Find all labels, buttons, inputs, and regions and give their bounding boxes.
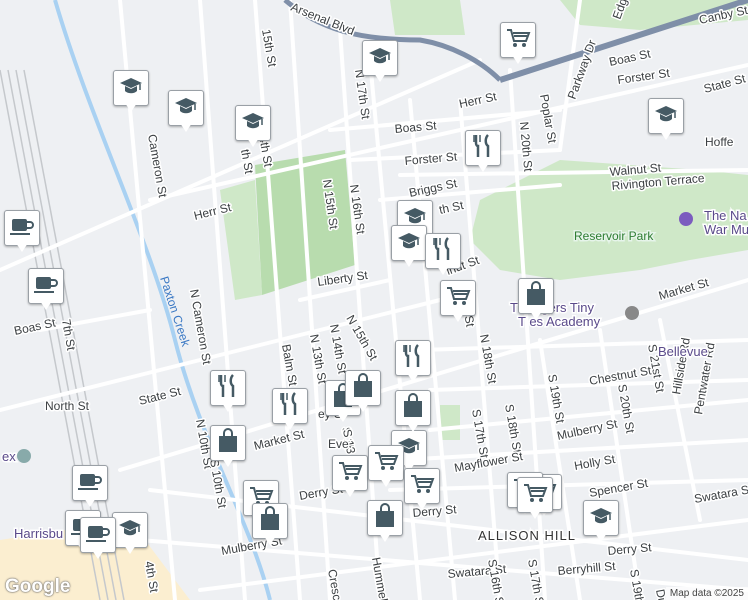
shopping-bag-icon: [352, 372, 374, 404]
graduation-cap-icon: [119, 76, 143, 101]
cart-icon: [522, 482, 548, 509]
graduation-cap-icon: [397, 231, 421, 256]
street-label: North St: [45, 399, 90, 413]
map-marker[interactable]: [210, 370, 246, 414]
map-marker[interactable]: [168, 90, 204, 134]
shopping-bag-icon: [525, 280, 547, 312]
shopping-bag-icon: [217, 427, 239, 459]
map-marker[interactable]: [425, 233, 461, 277]
map-marker[interactable]: [648, 98, 684, 142]
map-marker[interactable]: [362, 40, 398, 84]
graduation-cap-icon: [174, 96, 198, 121]
map-marker[interactable]: [404, 468, 440, 512]
park-label: Reservoir Park: [574, 229, 654, 243]
map-marker[interactable]: [272, 388, 308, 432]
cafe-icon: [85, 522, 111, 549]
park-area-top: [390, 0, 465, 35]
map-marker[interactable]: [332, 455, 368, 499]
map-marker[interactable]: [345, 370, 381, 414]
map-marker[interactable]: [72, 465, 108, 509]
cart-icon: [373, 450, 399, 477]
poi-label[interactable]: Harrisbu: [13, 525, 65, 543]
google-logo[interactable]: Google: [5, 576, 70, 598]
street-label: Eve: [328, 437, 349, 451]
map-marker[interactable]: [440, 280, 476, 324]
cart-icon: [445, 285, 471, 312]
graduation-cap-icon: [589, 506, 613, 531]
map-marker[interactable]: [518, 278, 554, 322]
restaurant-icon: [217, 373, 239, 404]
cart-icon: [337, 460, 363, 487]
restaurant-icon: [402, 343, 424, 374]
restaurant-icon: [472, 133, 494, 164]
poi-dot-icon[interactable]: [625, 306, 639, 320]
shopping-bag-icon: [259, 505, 281, 537]
street-label: Hoffe: [705, 135, 734, 149]
cafe-icon: [33, 273, 59, 300]
poi-label[interactable]: Bellevue: [657, 343, 710, 361]
map-marker[interactable]: [395, 390, 431, 434]
cafe-icon: [77, 470, 103, 497]
graduation-cap-icon: [118, 518, 142, 543]
map-marker[interactable]: [112, 512, 148, 556]
map-marker[interactable]: [367, 500, 403, 544]
map-marker[interactable]: [583, 500, 619, 544]
map-marker[interactable]: [235, 105, 271, 149]
park-small: [440, 405, 460, 440]
shopping-bag-icon: [402, 392, 424, 424]
area-label: ALLISON HILL: [478, 528, 576, 543]
cart-icon: [409, 473, 435, 500]
poi-label[interactable]: ex: [1, 448, 18, 466]
map-marker[interactable]: [210, 425, 246, 469]
poi-label[interactable]: War Mu: [703, 221, 748, 239]
map-attribution[interactable]: Map data ©2025: [665, 587, 748, 600]
poi-label[interactable]: T: [509, 299, 520, 317]
map-marker[interactable]: [4, 210, 40, 254]
graduation-cap-icon: [654, 104, 678, 129]
map-marker[interactable]: [28, 268, 64, 312]
map-marker[interactable]: [465, 130, 501, 174]
map-marker[interactable]: [500, 22, 536, 66]
restaurant-icon: [279, 391, 301, 422]
graduation-cap-icon: [241, 111, 265, 136]
poi-dot-icon[interactable]: [679, 212, 693, 226]
map-marker[interactable]: [395, 340, 431, 384]
map-marker[interactable]: [252, 503, 288, 547]
map-marker[interactable]: [517, 477, 553, 521]
graduation-cap-icon: [368, 46, 392, 71]
shopping-bag-icon: [374, 502, 396, 534]
poi-dot-icon[interactable]: [17, 449, 31, 463]
cart-icon: [505, 27, 531, 54]
map-marker[interactable]: [113, 70, 149, 114]
poi-label[interactable]: The Na: [703, 207, 748, 225]
map-marker[interactable]: [368, 445, 404, 489]
map-marker[interactable]: [391, 225, 427, 269]
map-marker[interactable]: [80, 517, 116, 561]
cafe-icon: [9, 215, 35, 242]
restaurant-icon: [432, 236, 454, 267]
